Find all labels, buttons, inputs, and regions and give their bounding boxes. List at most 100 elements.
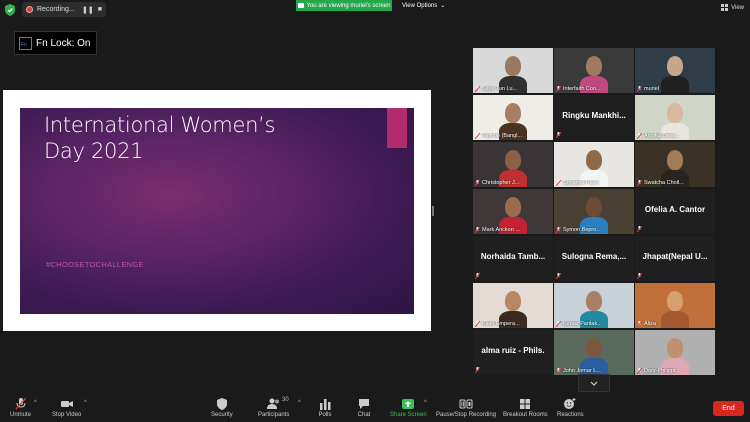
muted-mic-icon — [637, 226, 642, 232]
viewing-banner-text: You are viewing muriel's screen — [306, 2, 391, 9]
panel-splitter-handle[interactable] — [432, 206, 434, 216]
participant-name: Annika Denk... — [644, 133, 680, 139]
muted-mic-icon — [556, 227, 561, 233]
participant-video-tile[interactable]: Psyche (Bangl... — [473, 95, 553, 140]
chat-label: Chat — [357, 412, 371, 418]
chat-button[interactable]: Chat — [357, 398, 371, 418]
muted-mic-icon — [556, 86, 561, 92]
participant-caption: Interfaith Coo... — [556, 86, 632, 92]
fn-lock-label: Fn Lock: On — [36, 37, 91, 49]
recording-label: Recording... — [37, 6, 75, 13]
participant-name: Shyamal Paroi — [563, 180, 599, 186]
audio-options-caret[interactable]: ^ — [34, 400, 37, 406]
participant-face — [505, 291, 521, 311]
participants-options-caret[interactable]: ^ — [298, 400, 301, 406]
participant-caption: Sayk Tun Lu... — [475, 86, 551, 92]
reactions-button[interactable]: Reactions — [557, 398, 584, 418]
stop-video-label: Stop Video — [52, 412, 82, 418]
gallery-scroll-down-button[interactable] — [578, 374, 610, 392]
participant-name-tile[interactable]: alma ruiz - Phils. — [473, 330, 553, 375]
view-button[interactable]: View — [721, 4, 744, 11]
reactions-label: Reactions — [557, 412, 584, 418]
participant-video-tile[interactable]: Mark Anckon ... — [473, 189, 553, 234]
muted-mic-icon — [556, 368, 561, 374]
participant-video-tile[interactable]: Swatcha Choil... — [635, 142, 715, 187]
muted-mic-icon — [475, 133, 480, 139]
muted-mic-icon — [556, 321, 561, 327]
participants-count: 30 — [282, 397, 289, 403]
participant-video-tile[interactable]: Klein Empera... — [473, 283, 553, 328]
stop-video-button[interactable]: Stop Video — [52, 398, 81, 418]
participant-video-tile[interactable]: muriel — [635, 48, 715, 93]
participant-name: Norhaida Tamb... — [480, 252, 546, 261]
shield-icon — [216, 398, 227, 410]
muted-mic-icon — [556, 180, 561, 186]
participant-video-tile[interactable]: Symon Bepro... — [554, 189, 634, 234]
participant-name: alma ruiz - Phils. — [481, 346, 545, 355]
participant-name-tile[interactable]: Ringku Mankhi... — [554, 95, 634, 140]
participant-video-tile[interactable]: Christopher J... — [473, 142, 553, 187]
breakout-rooms-button[interactable]: Breakout Rooms — [503, 398, 548, 418]
stop-recording-icon[interactable]: ■ — [98, 6, 102, 13]
share-screen-icon — [297, 3, 304, 8]
share-options-caret[interactable]: ^ — [424, 400, 427, 406]
unmute-button[interactable]: Unmute — [10, 398, 31, 418]
muted-mic-icon — [475, 273, 480, 279]
participant-name: Christopher J... — [482, 180, 520, 186]
unmute-label: Unmute — [10, 412, 32, 418]
participant-face — [586, 150, 602, 170]
share-screen-button[interactable]: Share Screen — [390, 398, 427, 418]
slide-title: International Women’s Day 2021 — [44, 112, 275, 164]
view-label: View — [731, 4, 744, 11]
share-screen-arrow-icon — [402, 399, 415, 409]
participant-video-tile[interactable]: Interfaith Coo... — [554, 48, 634, 93]
participant-video-tile[interactable]: John Jomar L... — [554, 330, 634, 375]
participant-caption: Klein Empera... — [475, 321, 551, 327]
microphone-muted-icon — [15, 398, 26, 410]
participant-video-tile[interactable]: Sayk Tun Lu... — [473, 48, 553, 93]
polls-button[interactable]: Polls — [318, 398, 332, 418]
participant-video-tile[interactable]: Shyamal Paroi — [554, 142, 634, 187]
participant-caption: Symon Bepro... — [556, 227, 632, 233]
participant-caption: muriel — [637, 86, 713, 92]
participant-face — [505, 56, 521, 76]
participant-face — [505, 197, 521, 217]
pause-recording-icon[interactable]: ❚❚ — [82, 6, 94, 14]
participant-name: Klein Empera... — [482, 321, 520, 327]
breakout-rooms-label: Breakout Rooms — [503, 412, 548, 418]
participant-name-tile[interactable]: Ofelia A. Cantor — [635, 189, 715, 234]
share-screen-label: Share Screen — [390, 412, 427, 418]
slide-title-line-2: Day 2021 — [44, 139, 144, 163]
breakout-rooms-icon — [520, 399, 531, 409]
muted-mic-icon — [637, 368, 642, 374]
participant-name: Sayk Tun Lu... — [482, 86, 518, 92]
participant-name: Symon Bepro... — [563, 227, 601, 233]
participant-name-tile[interactable]: Sulogna Rema,... — [554, 236, 634, 281]
pause-stop-recording-button[interactable]: Pause/Stop Recording — [436, 398, 496, 418]
chevron-down-icon — [590, 381, 598, 386]
polls-label: Polls — [318, 412, 332, 418]
video-camera-icon — [60, 401, 73, 407]
participant-name: Interfaith Coo... — [563, 86, 601, 92]
participant-face — [586, 197, 602, 217]
participants-icon — [266, 398, 279, 409]
participant-video-tile[interactable]: Dory-Philippi... — [635, 330, 715, 375]
participant-video-tile[interactable]: Aliza — [635, 283, 715, 328]
muted-mic-icon — [556, 132, 561, 138]
participant-video-tile[interactable]: Annika Denk... — [635, 95, 715, 140]
security-shield-icon — [5, 4, 15, 16]
participant-name: Aliza — [644, 321, 656, 327]
view-options-button[interactable]: View Options ⌄ — [402, 0, 445, 11]
security-button[interactable]: Security — [211, 398, 233, 418]
participant-caption: Dory-Philippi... — [637, 368, 713, 374]
meeting-toolbar: Unmute ^ Stop Video ^ Security Participa… — [0, 394, 750, 422]
chevron-down-icon: ⌄ — [440, 3, 446, 9]
participant-name-tile[interactable]: Jhapat(Nepal U... — [635, 236, 715, 281]
video-options-caret[interactable]: ^ — [84, 400, 87, 406]
participant-face — [586, 338, 602, 358]
smiley-plus-icon — [564, 398, 576, 409]
pause-stop-icon — [459, 399, 473, 409]
end-meeting-button[interactable]: End — [713, 401, 744, 416]
participant-video-tile[interactable]: Kenaz Pantak... — [554, 283, 634, 328]
participant-name-tile[interactable]: Norhaida Tamb... — [473, 236, 553, 281]
